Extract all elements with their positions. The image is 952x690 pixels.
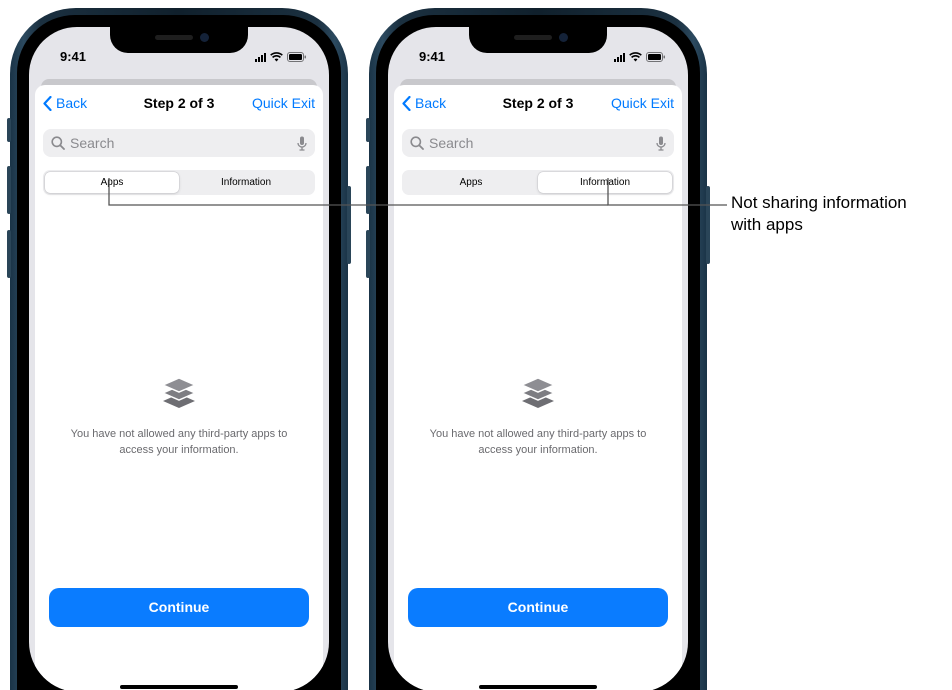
- microphone-icon[interactable]: [297, 136, 307, 151]
- volume-down-button: [366, 230, 370, 278]
- side-button: [347, 186, 351, 264]
- segment-apps[interactable]: Apps: [404, 172, 538, 193]
- segmented-control: Apps Information: [402, 170, 674, 195]
- search-placeholder: Search: [70, 135, 115, 151]
- side-button: [706, 186, 710, 264]
- empty-state: You have not allowed any third-party app…: [35, 375, 323, 458]
- empty-message: You have not allowed any third-party app…: [70, 428, 288, 456]
- callout-line-1: Not sharing information: [731, 193, 907, 212]
- microphone-icon[interactable]: [656, 136, 666, 151]
- continue-button[interactable]: Continue: [408, 588, 668, 627]
- stacked-layers-icon: [161, 377, 197, 408]
- status-time: 9:41: [419, 49, 446, 64]
- phone-screen: 9:41 Back Step 2 of 3 Quick Exit Search …: [29, 27, 329, 690]
- modal-sheet: Back Step 2 of 3 Quick Exit Search Apps …: [394, 85, 682, 690]
- volume-up-button: [7, 166, 11, 214]
- home-indicator[interactable]: [479, 685, 597, 689]
- stacked-layers-icon: [520, 377, 556, 408]
- wifi-icon: [629, 52, 642, 62]
- phone-right: 9:41 Back Step 2 of 3 Quick Exit Search …: [366, 8, 710, 690]
- phone-screen: 9:41 Back Step 2 of 3 Quick Exit Search …: [388, 27, 688, 690]
- battery-icon: [287, 52, 306, 62]
- mute-switch: [366, 118, 370, 142]
- home-indicator[interactable]: [120, 685, 238, 689]
- segment-information[interactable]: Information: [179, 172, 313, 193]
- volume-down-button: [7, 230, 11, 278]
- navigation-bar: Back Step 2 of 3 Quick Exit: [35, 95, 323, 117]
- volume-up-button: [366, 166, 370, 214]
- search-field[interactable]: Search: [402, 129, 674, 157]
- wifi-icon: [270, 52, 283, 62]
- status-bar: 9:41: [29, 49, 329, 69]
- navigation-bar: Back Step 2 of 3 Quick Exit: [394, 95, 682, 117]
- quick-exit-button[interactable]: Quick Exit: [252, 95, 315, 111]
- callout-line-2: with apps: [731, 215, 803, 234]
- search-field[interactable]: Search: [43, 129, 315, 157]
- modal-sheet: Back Step 2 of 3 Quick Exit Search Apps …: [35, 85, 323, 690]
- mute-switch: [7, 118, 11, 142]
- continue-button[interactable]: Continue: [49, 588, 309, 627]
- status-time: 9:41: [60, 49, 87, 64]
- magnifier-icon: [51, 136, 65, 150]
- status-bar: 9:41: [388, 49, 688, 69]
- phone-left: 9:41 Back Step 2 of 3 Quick Exit Search …: [7, 8, 351, 690]
- battery-icon: [646, 52, 665, 62]
- segmented-control: Apps Information: [43, 170, 315, 195]
- segment-information[interactable]: Information: [538, 172, 672, 193]
- segment-apps[interactable]: Apps: [45, 172, 179, 193]
- cellular-signal-icon: [614, 53, 625, 62]
- empty-state: You have not allowed any third-party app…: [394, 375, 682, 458]
- callout-label: Not sharing information with apps: [731, 192, 907, 236]
- cellular-signal-icon: [255, 53, 266, 62]
- empty-message: You have not allowed any third-party app…: [429, 428, 647, 456]
- quick-exit-button[interactable]: Quick Exit: [611, 95, 674, 111]
- search-placeholder: Search: [429, 135, 474, 151]
- magnifier-icon: [410, 136, 424, 150]
